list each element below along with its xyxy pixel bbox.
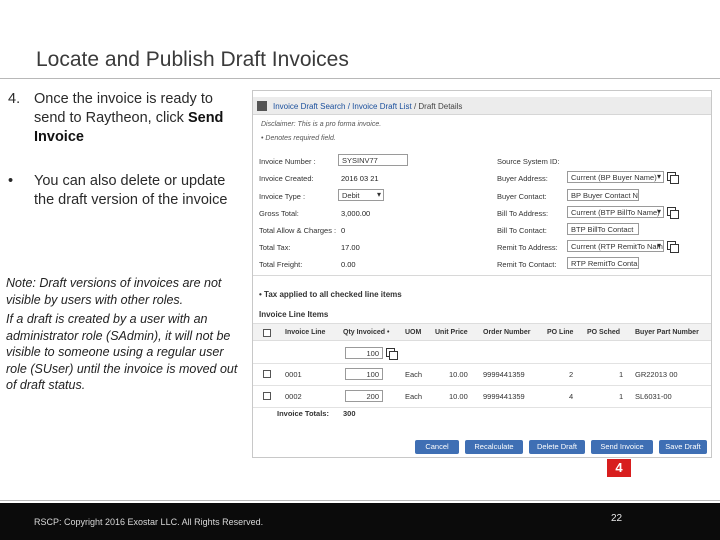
cell-po-sched: 1: [619, 392, 624, 401]
step-text: Once the invoice is ready to send to Ray…: [34, 90, 244, 147]
home-icon: [257, 101, 267, 111]
step-instruction: Once the invoice is ready to send to Ray…: [34, 91, 213, 126]
remit-to-address-select[interactable]: Current (RTP RemitTo Nam: [567, 240, 664, 252]
invoice-number-field[interactable]: SYSINV77: [338, 154, 408, 166]
cell-uom: Each: [405, 392, 423, 401]
bill-to-address-select[interactable]: Current (BTP BillTo Name): [567, 206, 664, 218]
invoice-created-value: 2016 03 21: [341, 174, 379, 183]
bullet-text: You can also delete or update the draft …: [34, 173, 228, 208]
copy-icon[interactable]: [667, 207, 679, 219]
page-number: 22: [611, 513, 623, 524]
bill-to-contact-field[interactable]: BTP BillTo Contact: [567, 223, 639, 235]
bulk-qty-row: 100: [253, 342, 711, 364]
cell-unit-price: 10.00: [449, 370, 468, 379]
line-items-title: Invoice Line Items: [259, 310, 329, 319]
cell-buyer-part: SL6031-00: [635, 392, 672, 401]
invoice-totals-value: 300: [343, 409, 356, 418]
breadcrumb-links: Invoice Draft Search / Invoice Draft Lis…: [273, 102, 462, 111]
remit-to-address-label: Remit To Address:: [497, 243, 558, 252]
bill-to-contact-label: Bill To Contact:: [497, 226, 547, 235]
total-freight-label: Total Freight:: [259, 260, 303, 269]
recalculate-button[interactable]: Recalculate: [465, 440, 523, 454]
slide-title: Locate and Publish Draft Invoices: [36, 48, 349, 71]
gross-total-value: 3,000.00: [341, 209, 371, 218]
step-callout-badge: 4: [607, 459, 631, 477]
col-invoice-line: Invoice Line: [285, 329, 326, 336]
col-unit-price: Unit Price: [435, 329, 468, 336]
line-items-header: Invoice Line Qty Invoiced • UOM Unit Pri…: [253, 323, 711, 341]
title-divider: [0, 78, 720, 79]
select-all-checkbox[interactable]: [263, 329, 271, 337]
footer-divider: [0, 500, 720, 501]
cell-po-sched: 1: [619, 370, 624, 379]
section-divider: [253, 275, 711, 276]
source-system-label: Source System ID:: [497, 157, 560, 166]
col-po-line: PO Line: [547, 329, 574, 336]
tax-applied-note: • Tax applied to all checked line items: [259, 290, 402, 299]
cell-buyer-part: GR22013 00: [635, 370, 678, 379]
copyright-text: RSCP: Copyright 2016 Exostar LLC. All Ri…: [34, 517, 264, 527]
invoice-type-label: Invoice Type :: [259, 192, 306, 201]
copy-icon[interactable]: [667, 172, 679, 184]
buyer-address-select[interactable]: Current (BP Buyer Name): [567, 171, 664, 183]
col-po-sched: PO Sched: [587, 329, 621, 336]
col-uom: UOM: [405, 329, 422, 336]
footer-bar: RSCP: Copyright 2016 Exostar LLC. All Ri…: [0, 503, 720, 540]
col-order-number: Order Number: [483, 329, 531, 336]
cell-po-line: 2: [569, 370, 574, 379]
cancel-button[interactable]: Cancel: [415, 440, 459, 454]
total-tax-label: Total Tax:: [259, 243, 291, 252]
breadcrumb: Invoice Draft Search / Invoice Draft Lis…: [253, 97, 711, 115]
draft-details-screenshot: Invoice Draft Search / Invoice Draft Lis…: [252, 90, 712, 458]
send-invoice-button[interactable]: Send Invoice: [591, 440, 653, 454]
cell-invoice-line: 0002: [285, 392, 302, 401]
required-note: • Denotes required field.: [261, 135, 336, 142]
col-buyer-part-number: Buyer Part Number: [635, 329, 699, 336]
delete-draft-button[interactable]: Delete Draft: [529, 440, 585, 454]
allow-charges-label: Total Allow & Charges :: [259, 226, 337, 235]
breadcrumb-current: / Draft Details: [411, 102, 463, 111]
qty-input[interactable]: 100: [345, 368, 383, 380]
bullet-marker: •: [8, 173, 14, 189]
total-tax-value: 17.00: [341, 243, 360, 252]
row-checkbox[interactable]: [263, 392, 271, 400]
invoice-totals-label: Invoice Totals:: [277, 409, 329, 418]
apply-qty-icon[interactable]: [386, 348, 398, 360]
copy-icon[interactable]: [667, 241, 679, 253]
breadcrumb-draft-list[interactable]: Invoice Draft List: [352, 102, 412, 111]
disclaimer: Disclaimer: This is a pro forma invoice.: [261, 121, 382, 128]
invoice-number-label: Invoice Number :: [259, 157, 316, 166]
qty-input[interactable]: 200: [345, 390, 383, 402]
invoice-totals-row: Invoice Totals: 300: [253, 405, 711, 421]
table-row: 0001 100 Each 10.00 9999441359 2 1 GR220…: [253, 364, 711, 386]
cell-uom: Each: [405, 370, 423, 379]
row-checkbox[interactable]: [263, 370, 271, 378]
total-freight-value: 0.00: [341, 260, 356, 269]
cell-order-number: 9999441359: [483, 370, 525, 379]
remit-to-contact-field[interactable]: RTP RemitTo Conta: [567, 257, 639, 269]
buyer-contact-label: Buyer Contact:: [497, 192, 547, 201]
note-admin-role: If a draft is created by a user with an …: [6, 312, 238, 392]
remit-to-contact-label: Remit To Contact:: [497, 260, 557, 269]
action-buttons: Cancel Recalculate Delete Draft Send Inv…: [253, 436, 711, 457]
bulk-qty-input[interactable]: 100: [345, 347, 383, 359]
invoice-type-select[interactable]: Debit: [338, 189, 384, 201]
col-qty-invoiced: Qty Invoiced •: [343, 329, 390, 336]
step-number: 4.: [8, 91, 21, 107]
invoice-created-label: Invoice Created:: [259, 174, 314, 183]
breadcrumb-draft-search[interactable]: Invoice Draft Search: [273, 102, 345, 111]
bill-to-address-label: Bill To Address:: [497, 209, 549, 218]
cell-po-line: 4: [569, 392, 574, 401]
allow-charges-value: 0: [341, 226, 346, 235]
cell-order-number: 9999441359: [483, 392, 525, 401]
buyer-address-label: Buyer Address:: [497, 174, 548, 183]
note-draft-visibility: Note: Draft versions of invoices are not…: [6, 276, 222, 307]
cell-unit-price: 10.00: [449, 392, 468, 401]
save-draft-button[interactable]: Save Draft: [659, 440, 707, 454]
gross-total-label: Gross Total:: [259, 209, 299, 218]
buyer-contact-field[interactable]: BP Buyer Contact N: [567, 189, 639, 201]
cell-invoice-line: 0001: [285, 370, 302, 379]
